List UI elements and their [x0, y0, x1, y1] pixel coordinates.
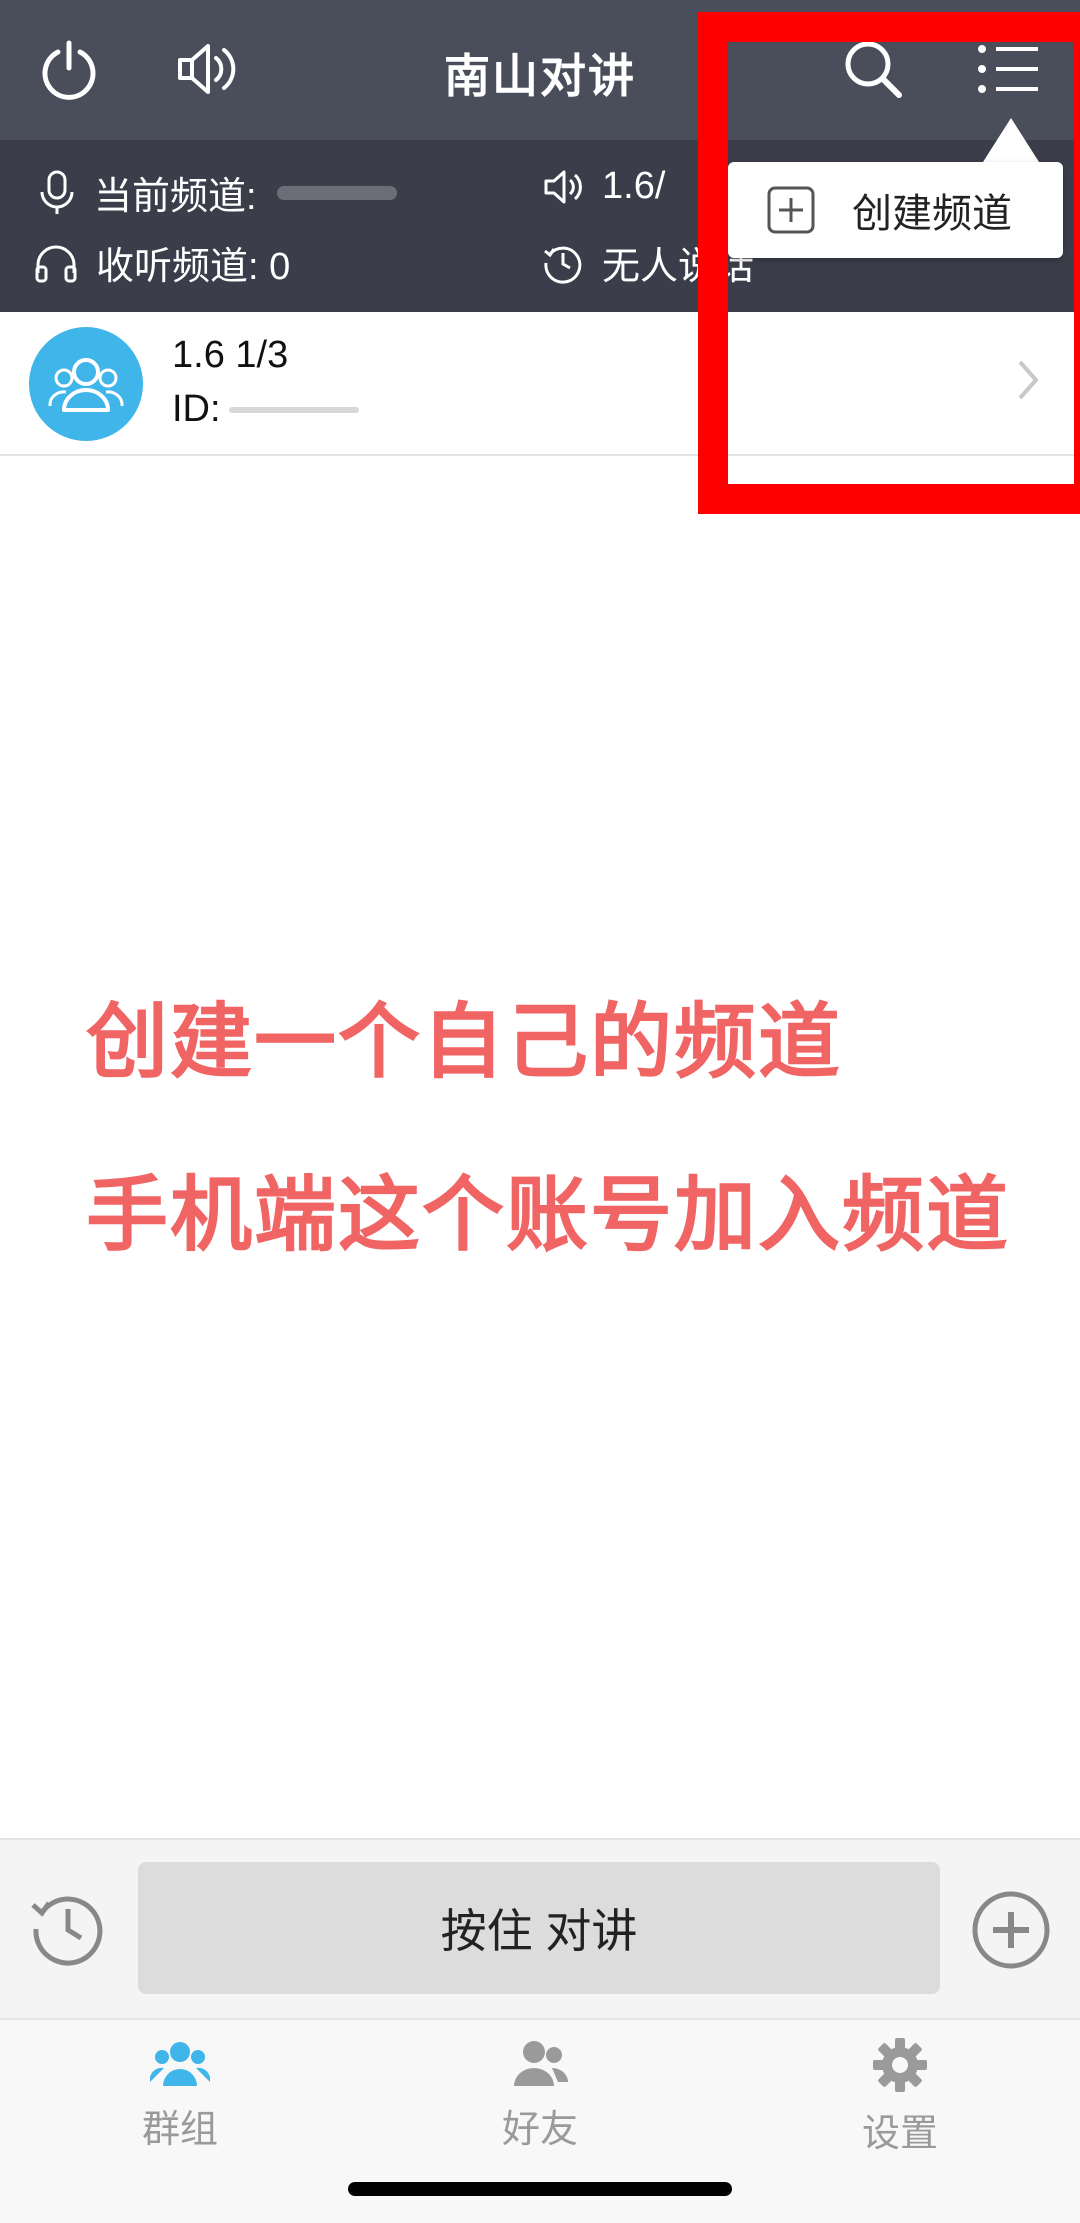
- tab-settings-label: 设置: [861, 2113, 938, 2155]
- redacted-channel-id: [228, 406, 359, 413]
- headphones-icon: [35, 245, 77, 282]
- home-indicator: [348, 2182, 732, 2196]
- history-icon: [31, 1896, 103, 1966]
- current-channel-label: 当前频道:: [94, 176, 257, 218]
- friends-icon: [514, 2041, 568, 2086]
- push-to-talk-button[interactable]: 按住 对讲: [138, 1862, 940, 1994]
- tab-groups[interactable]: 群组: [80, 2038, 280, 2153]
- current-channel: 当前频道:: [38, 165, 397, 220]
- microphone-icon: [40, 170, 74, 214]
- channel-avatar: [29, 327, 143, 441]
- add-button[interactable]: [969, 1888, 1053, 1972]
- tab-friends-label: 好友: [501, 2109, 578, 2151]
- channel-id-label: ID:: [172, 388, 221, 430]
- redacted-channel-name: [276, 185, 397, 200]
- group-icon: [150, 2042, 210, 2086]
- channel-id: ID:: [172, 388, 359, 431]
- add-circle-icon: [972, 1891, 1050, 1969]
- group-avatar-icon: [48, 358, 124, 412]
- tab-friends[interactable]: 好友: [440, 2038, 640, 2153]
- history-button[interactable]: [28, 1888, 108, 1968]
- tab-groups-label: 群组: [141, 2109, 218, 2151]
- listen-channels-label: 收听频道: 0: [96, 246, 291, 288]
- gear-icon: [873, 2038, 927, 2092]
- channel-name: 1.6 1/3: [172, 334, 289, 376]
- volume-text: 1.6/: [602, 165, 666, 207]
- history-clock-icon: [544, 246, 582, 284]
- highlight-box: [698, 12, 1080, 514]
- push-to-talk-label: 按住 对讲: [440, 1905, 638, 1957]
- tab-settings[interactable]: 设置: [800, 2038, 1000, 2157]
- volume-icon: [544, 170, 582, 203]
- volume-status: 1.6/: [542, 165, 665, 208]
- annotation-line-2: 手机端这个账号加入频道: [86, 1170, 1011, 1261]
- listen-channels: 收听频道: 0: [34, 235, 290, 290]
- annotation-line-1: 创建一个自己的频道: [86, 997, 843, 1088]
- talk-panel: 按住 对讲: [0, 1838, 1080, 2020]
